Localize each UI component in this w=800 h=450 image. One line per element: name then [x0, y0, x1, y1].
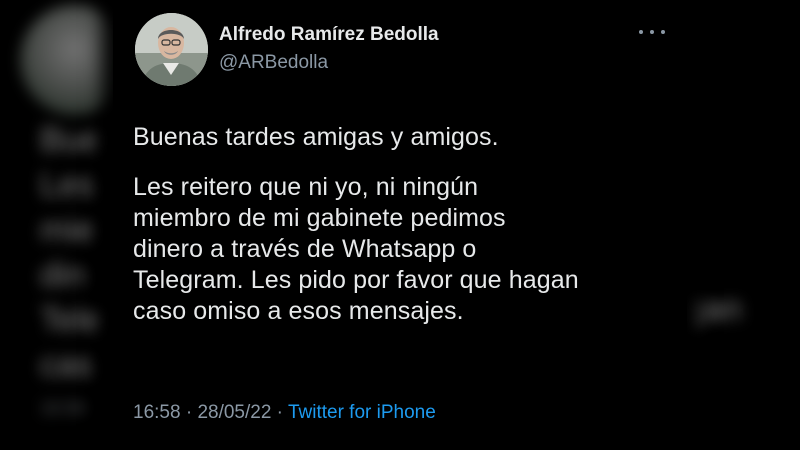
blurred-line: din [40, 256, 86, 294]
tweet-metadata: 16:58 · 28/05/22 · Twitter for iPhone [133, 402, 436, 424]
avatar[interactable] [135, 13, 208, 86]
blurred-line: mie [40, 211, 95, 249]
tweet-text-line: miembro de mi gabinete pedimos [133, 204, 506, 232]
blurred-right-fragment: gan [685, 290, 742, 328]
tweet-text-line: Les reitero que ni yo, ni ningún [133, 173, 479, 201]
more-dot [650, 30, 654, 34]
tweet-screenshot: Bue Les mie din Tele cas gan 16:58 Alfre… [0, 0, 800, 450]
author-handle[interactable]: @ARBedolla [219, 52, 328, 74]
blurred-time-fragment: 16:58 [40, 398, 86, 418]
tweet-date[interactable]: 28/05/22 [197, 402, 271, 423]
blurred-text-fragments: Bue Les mie din Tele cas [40, 118, 102, 388]
tweet-text-paragraph-1: Buenas tardes amigas y amigos. [133, 123, 499, 151]
blurred-line: cas [40, 346, 93, 384]
author-name[interactable]: Alfredo Ramírez Bedolla [219, 24, 439, 46]
more-horizontal-icon[interactable] [639, 23, 665, 41]
more-dot [661, 30, 665, 34]
meta-separator: · [180, 402, 198, 423]
tweet-time[interactable]: 16:58 [133, 402, 181, 423]
tweet-text-line: Telegram. Les pido por favor que hagan [133, 266, 579, 294]
blurred-line: Bue [40, 121, 101, 159]
tweet-card: Alfredo Ramírez Bedolla @ARBedolla Buena… [113, 0, 687, 450]
blurred-line: Les [40, 166, 95, 204]
tweet-text-line: dinero a través de Whatsapp o [133, 235, 477, 263]
tweet-text-line: caso omiso a esos mensajes. [133, 297, 464, 325]
more-dot [639, 30, 643, 34]
meta-separator: · [271, 402, 288, 423]
avatar-photo-icon [135, 13, 208, 86]
tweet-source-link[interactable]: Twitter for iPhone [288, 402, 436, 423]
blurred-line: Tele [40, 301, 103, 339]
tweet-text-paragraph-2: Les reitero que ni yo, ni ningún miembro… [133, 172, 579, 327]
